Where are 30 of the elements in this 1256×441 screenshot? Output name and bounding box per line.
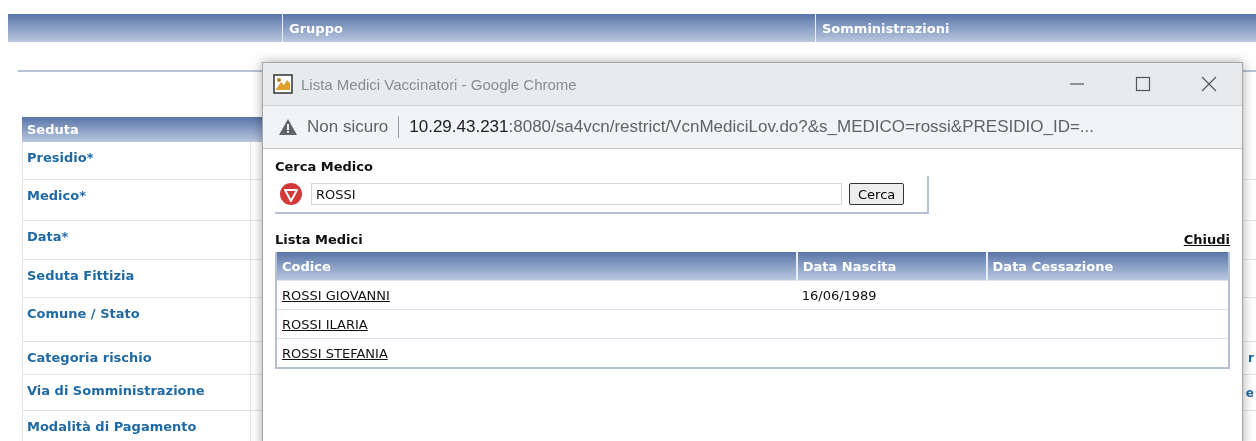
window-title: Lista Medici Vaccinatori - Google Chrome <box>301 75 578 93</box>
doctor-link[interactable]: ROSSI ILARIA <box>282 316 368 332</box>
column-header: Data Cessazione <box>986 252 1229 281</box>
maximize-icon[interactable] <box>1135 76 1151 92</box>
field-label: Seduta Fittizia <box>23 260 251 297</box>
field-value: e <box>1245 385 1254 400</box>
field-label: Comune / Stato <box>23 298 251 341</box>
section-title: Lista Medici <box>275 232 363 247</box>
security-label[interactable]: Non sicuro <box>307 117 389 137</box>
column-header: Data Nascita <box>796 252 987 281</box>
table-cell: 16/06/1989 <box>801 287 877 303</box>
section-title: Cerca Medico <box>275 159 374 174</box>
warning-icon[interactable] <box>279 119 297 135</box>
column-header: Gruppo <box>282 14 815 42</box>
doctor-link[interactable]: ROSSI GIOVANNI <box>282 287 390 303</box>
field-label: Presidio* <box>23 142 251 179</box>
search-button[interactable]: Cerca <box>849 183 905 205</box>
column-header: Codice <box>276 252 797 281</box>
close-link[interactable]: Chiudi <box>1183 232 1230 247</box>
close-icon[interactable] <box>1201 76 1217 92</box>
field-value: r <box>1248 351 1254 365</box>
app-icon <box>273 74 293 94</box>
column-header: Somministrazioni <box>815 14 1256 42</box>
field-label: Categoria rischio <box>23 342 251 374</box>
field-label: Modalità di Pagamento <box>23 411 251 441</box>
search-field[interactable]: ROSSI <box>311 183 842 205</box>
doctor-link[interactable]: ROSSI STEFANIA <box>282 345 388 361</box>
field-label: Data* <box>23 221 251 259</box>
field-label: Medico* <box>23 180 251 220</box>
field-label: Via di Somministrazione <box>23 375 251 410</box>
